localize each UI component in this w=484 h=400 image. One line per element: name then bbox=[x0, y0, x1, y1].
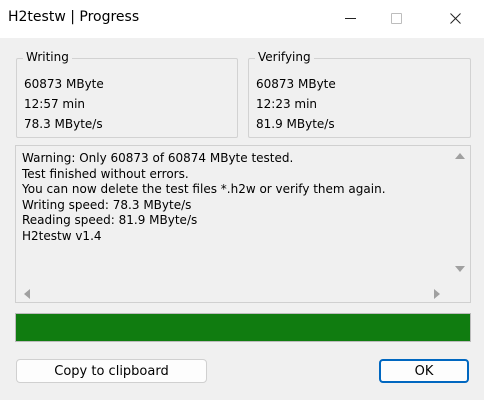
log-line: Warning: Only 60873 of 60874 MByte teste… bbox=[22, 151, 294, 165]
progress-bar bbox=[15, 313, 471, 342]
title-bar[interactable]: H2testw | Progress bbox=[0, 0, 484, 38]
verifying-legend: Verifying bbox=[255, 50, 314, 64]
verifying-speed: 81.9 MByte/s bbox=[256, 117, 335, 131]
progress-window: H2testw | Progress Writing 60873 MByte 1… bbox=[0, 0, 484, 400]
scroll-right-icon[interactable] bbox=[434, 289, 440, 299]
scroll-down-icon[interactable] bbox=[455, 266, 465, 272]
writing-size: 60873 MByte bbox=[24, 77, 104, 91]
verifying-group: Verifying 60873 MByte 12:23 min 81.9 MBy… bbox=[248, 50, 471, 138]
verifying-size: 60873 MByte bbox=[256, 77, 336, 91]
log-line: You can now delete the test files *.h2w … bbox=[22, 182, 386, 196]
minimize-button[interactable] bbox=[327, 0, 373, 36]
log-textbox[interactable]: Warning: Only 60873 of 60874 MByte teste… bbox=[15, 145, 471, 303]
scroll-left-icon[interactable] bbox=[24, 289, 30, 299]
log-text: Warning: Only 60873 of 60874 MByte teste… bbox=[22, 151, 448, 244]
window-title: H2testw | Progress bbox=[8, 9, 140, 25]
ok-button-label: OK bbox=[414, 363, 434, 379]
writing-time: 12:57 min bbox=[24, 97, 86, 111]
copy-button-label: Copy to clipboard bbox=[54, 363, 169, 379]
vertical-scrollbar[interactable] bbox=[453, 146, 470, 284]
maximize-button bbox=[373, 0, 419, 36]
log-line: Reading speed: 81.9 MByte/s bbox=[22, 213, 198, 227]
ok-button[interactable]: OK bbox=[379, 359, 469, 383]
scroll-up-icon[interactable] bbox=[455, 153, 465, 159]
log-line: Writing speed: 78.3 MByte/s bbox=[22, 197, 192, 212]
writing-group: Writing 60873 MByte 12:57 min 78.3 MByte… bbox=[16, 50, 238, 138]
maximize-icon bbox=[390, 12, 402, 24]
close-icon bbox=[449, 12, 461, 24]
log-line: Test finished without errors. bbox=[22, 166, 189, 181]
minimize-icon bbox=[344, 17, 356, 19]
close-button[interactable] bbox=[432, 0, 478, 36]
writing-speed: 78.3 MByte/s bbox=[24, 117, 103, 131]
horizontal-scrollbar[interactable] bbox=[16, 285, 453, 302]
verifying-time: 12:23 min bbox=[256, 97, 318, 111]
progress-fill bbox=[16, 314, 470, 341]
log-line: H2testw v1.4 bbox=[22, 228, 102, 243]
writing-legend: Writing bbox=[23, 50, 72, 64]
copy-to-clipboard-button[interactable]: Copy to clipboard bbox=[16, 359, 207, 383]
